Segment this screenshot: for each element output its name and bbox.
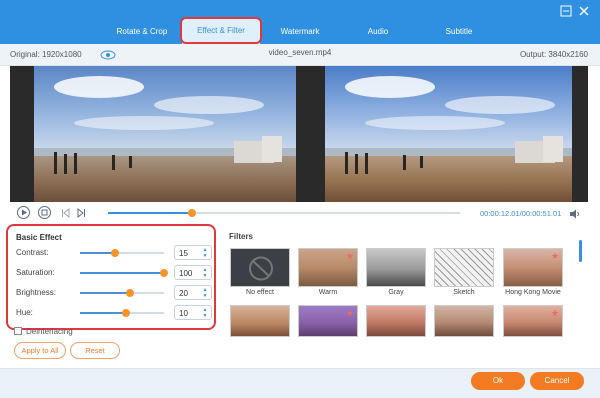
basic-effect-panel: Basic Effect Contrast: 15 ▲ ▼ Saturation… bbox=[6, 224, 216, 330]
basic-effect-title: Basic Effect bbox=[16, 233, 62, 242]
saturation-slider-knob[interactable] bbox=[160, 269, 168, 277]
favorite-star-icon: ★ bbox=[345, 251, 354, 261]
filter-label: No effect bbox=[246, 289, 274, 296]
filter-item[interactable] bbox=[434, 305, 494, 337]
contrast-input[interactable]: 15 ▲ ▼ bbox=[174, 245, 212, 260]
filter-label: Gray bbox=[388, 289, 404, 296]
video-preview-area bbox=[10, 66, 588, 202]
decrement-icon[interactable]: ▼ bbox=[202, 314, 208, 319]
tab-subtitle[interactable]: Subtitle bbox=[440, 25, 478, 39]
brightness-row: Brightness: 20 ▲ ▼ bbox=[16, 284, 212, 302]
saturation-slider[interactable] bbox=[80, 269, 168, 277]
filter-item[interactable] bbox=[366, 305, 426, 337]
ok-button[interactable]: Ok bbox=[471, 372, 525, 390]
contrast-slider-knob[interactable] bbox=[111, 249, 120, 257]
stop-icon[interactable] bbox=[38, 206, 51, 219]
filter-item[interactable]: ★ bbox=[503, 305, 563, 337]
minimize-icon[interactable] bbox=[560, 5, 572, 17]
filters-title: Filters bbox=[229, 232, 254, 241]
footer-bar: Ok Cancel bbox=[0, 368, 600, 398]
deinterlacing-option[interactable]: Deinterlacing bbox=[14, 327, 114, 337]
brightness-slider[interactable] bbox=[80, 289, 164, 297]
favorite-star-icon: ★ bbox=[550, 308, 559, 318]
deinterlacing-checkbox[interactable] bbox=[14, 327, 22, 335]
reset-button[interactable]: Reset bbox=[70, 342, 120, 359]
filter-no-effect[interactable] bbox=[230, 248, 290, 287]
filters-scrollbar[interactable] bbox=[579, 240, 582, 262]
tab-audio[interactable]: Audio bbox=[361, 25, 395, 39]
decrement-icon[interactable]: ▼ bbox=[202, 294, 208, 299]
brightness-slider-knob[interactable] bbox=[126, 289, 135, 297]
filter-label: Warm bbox=[318, 289, 338, 296]
deinterlacing-label: Deinterlacing bbox=[26, 327, 73, 336]
original-preview bbox=[34, 66, 296, 202]
hue-slider-knob[interactable] bbox=[122, 309, 131, 317]
filter-sketch[interactable] bbox=[434, 248, 494, 287]
filter-item[interactable]: ★ bbox=[298, 305, 358, 337]
hue-row: Hue: 10 ▲ ▼ bbox=[16, 304, 212, 322]
favorite-star-icon: ★ bbox=[345, 308, 354, 318]
playback-progress[interactable] bbox=[108, 209, 460, 217]
contrast-slider[interactable] bbox=[80, 249, 164, 257]
filter-hong-kong-movie[interactable]: ★ bbox=[503, 248, 563, 287]
decrement-icon[interactable]: ▼ bbox=[202, 254, 208, 259]
brightness-input[interactable]: 20 ▲ ▼ bbox=[174, 285, 212, 300]
volume-icon[interactable] bbox=[569, 209, 581, 219]
hue-slider[interactable] bbox=[80, 309, 164, 317]
cancel-button[interactable]: Cancel bbox=[530, 372, 584, 390]
decrement-icon[interactable]: ▼ bbox=[202, 274, 208, 279]
brightness-label: Brightness: bbox=[16, 288, 57, 297]
contrast-label: Contrast: bbox=[16, 248, 49, 257]
hue-input[interactable]: 10 ▲ ▼ bbox=[174, 305, 212, 320]
tab-rotate-crop[interactable]: Rotate & Crop bbox=[115, 25, 169, 39]
playback-bar: 00:00:12.01/00:00:51.01 bbox=[0, 202, 600, 224]
time-display: 00:00:12.01/00:00:51.01 bbox=[480, 209, 562, 218]
saturation-input[interactable]: 100 ▲ ▼ bbox=[174, 265, 212, 280]
video-filename: video_seven.mp4 bbox=[268, 48, 332, 57]
progress-knob[interactable] bbox=[188, 209, 197, 217]
previous-frame-icon[interactable] bbox=[61, 207, 71, 220]
active-tab-highlight bbox=[180, 17, 262, 44]
filter-label: Hong Kong Movie bbox=[505, 289, 561, 296]
filter-item[interactable] bbox=[230, 305, 290, 337]
filter-warm[interactable]: ★ bbox=[298, 248, 358, 287]
apply-to-all-button[interactable]: Apply to All bbox=[14, 342, 66, 359]
favorite-star-icon: ★ bbox=[550, 251, 559, 261]
hue-label: Hue: bbox=[16, 308, 33, 317]
output-preview bbox=[325, 66, 572, 202]
output-resolution: Output: 3840x2160 bbox=[519, 50, 588, 59]
filter-gray[interactable] bbox=[366, 248, 426, 287]
saturation-label: Saturation: bbox=[16, 268, 55, 277]
filter-label: Sketch bbox=[453, 289, 475, 296]
tab-watermark[interactable]: Watermark bbox=[276, 25, 324, 39]
close-icon[interactable] bbox=[578, 5, 590, 17]
next-frame-icon[interactable] bbox=[76, 207, 86, 220]
play-icon[interactable] bbox=[17, 206, 30, 219]
saturation-row: Saturation: 100 ▲ ▼ bbox=[16, 264, 212, 282]
no-effect-icon bbox=[249, 256, 273, 281]
contrast-row: Contrast: 15 ▲ ▼ bbox=[16, 244, 212, 262]
info-bar: Original: 1920x1080 video_seven.mp4 Outp… bbox=[0, 44, 600, 66]
